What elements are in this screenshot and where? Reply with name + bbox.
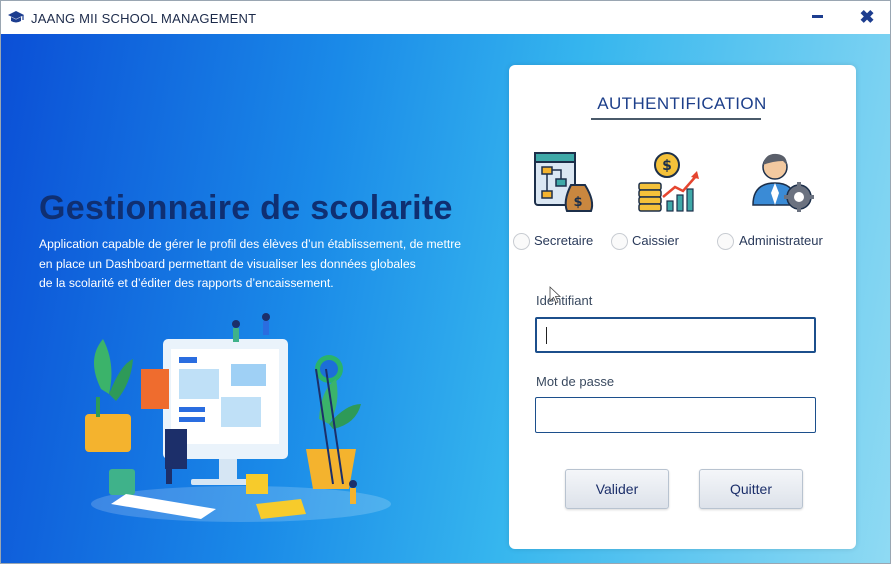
- hero-description: Application capable de gérer le profil d…: [39, 235, 509, 294]
- mouse-pointer-icon: [549, 286, 561, 304]
- text-caret: [546, 327, 547, 344]
- quit-button[interactable]: Quitter: [699, 469, 803, 509]
- minimize-button[interactable]: [805, 5, 829, 29]
- role-radio-caissier[interactable]: [611, 233, 628, 250]
- svg-text:$: $: [573, 195, 582, 210]
- admin-user-gear-icon: [752, 153, 814, 212]
- password-input[interactable]: [535, 397, 816, 433]
- submit-button[interactable]: Valider: [565, 469, 669, 509]
- window-title: JAANG MII SCHOOL MANAGEMENT: [31, 11, 257, 26]
- school-management-illustration: [85, 313, 391, 522]
- role-radio-secretaire[interactable]: [513, 233, 530, 250]
- username-label: Identifiant: [536, 293, 593, 308]
- close-button[interactable]: ✖: [855, 5, 879, 29]
- role-radio-administrateur[interactable]: [717, 233, 734, 250]
- graduation-cap-icon: [8, 11, 24, 23]
- secretary-workflow-icon: $: [534, 152, 594, 212]
- role-label-administrateur: Administrateur: [739, 233, 823, 248]
- role-label-secretaire: Secretaire: [534, 233, 594, 248]
- title-bar: JAANG MII SCHOOL MANAGEMENT ✖: [1, 1, 890, 34]
- auth-title: AUTHENTIFICATION: [597, 94, 767, 113]
- hero-description-line: Application capable de gérer le profil d…: [39, 237, 462, 251]
- username-input[interactable]: [535, 317, 816, 353]
- auth-title-underline: [591, 118, 761, 120]
- role-label-caissier: Caissier: [632, 233, 679, 248]
- hero-description-line: en place un Dashboard permettant de visu…: [39, 256, 416, 271]
- app-window: JAANG MII SCHOOL MANAGEMENT ✖ Gestionnai…: [0, 0, 891, 564]
- hero-headline: Gestionnaire de scolarite: [39, 189, 453, 227]
- close-icon: ✖: [859, 7, 875, 27]
- hero-description-line: de la scolarité et d’éditer des rapports…: [39, 276, 334, 290]
- svg-text:$: $: [662, 158, 672, 174]
- cashier-coins-chart-icon: $: [638, 152, 699, 212]
- minimize-icon: [811, 15, 823, 19]
- authentication-panel: AUTHENTIFICATION $ $ Secretaire Caissier…: [509, 65, 856, 549]
- password-label: Mot de passe: [536, 374, 615, 389]
